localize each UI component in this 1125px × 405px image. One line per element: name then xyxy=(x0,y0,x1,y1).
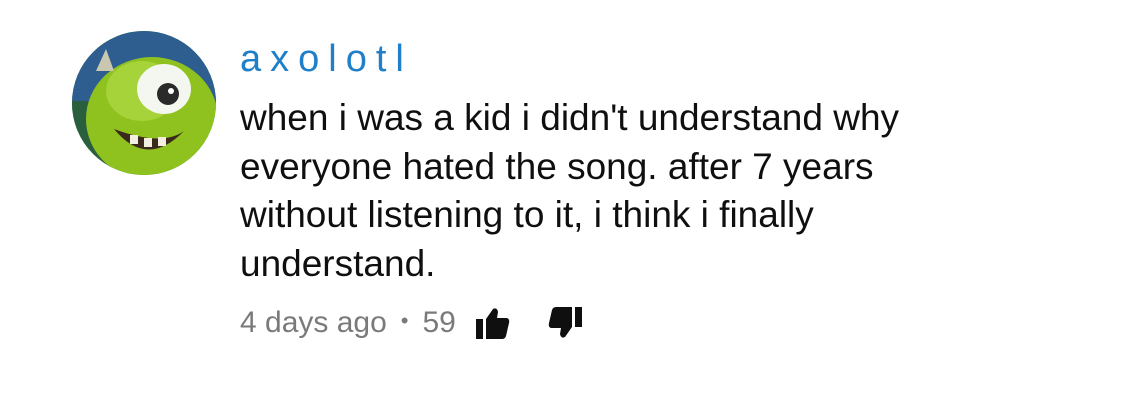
avatar[interactable] xyxy=(72,31,216,175)
comment-item: axolotl when i was a kid i didn't unders… xyxy=(0,0,1125,405)
timestamp: 4 days ago xyxy=(240,306,387,339)
author-name[interactable]: axolotl xyxy=(240,36,1100,82)
like-button[interactable] xyxy=(475,307,510,339)
thumbs-down-icon xyxy=(548,307,582,338)
comment-body: axolotl when i was a kid i didn't unders… xyxy=(240,36,1100,288)
like-count: 59 xyxy=(422,306,456,339)
monster-avatar-icon xyxy=(72,31,216,175)
comment-text: when i was a kid i didn't understand why… xyxy=(240,97,900,284)
comment-meta: 4 days ago • 59 xyxy=(240,300,582,346)
thumbs-up-icon xyxy=(475,308,510,339)
dislike-button[interactable] xyxy=(548,307,582,339)
separator-dot: • xyxy=(400,308,409,333)
